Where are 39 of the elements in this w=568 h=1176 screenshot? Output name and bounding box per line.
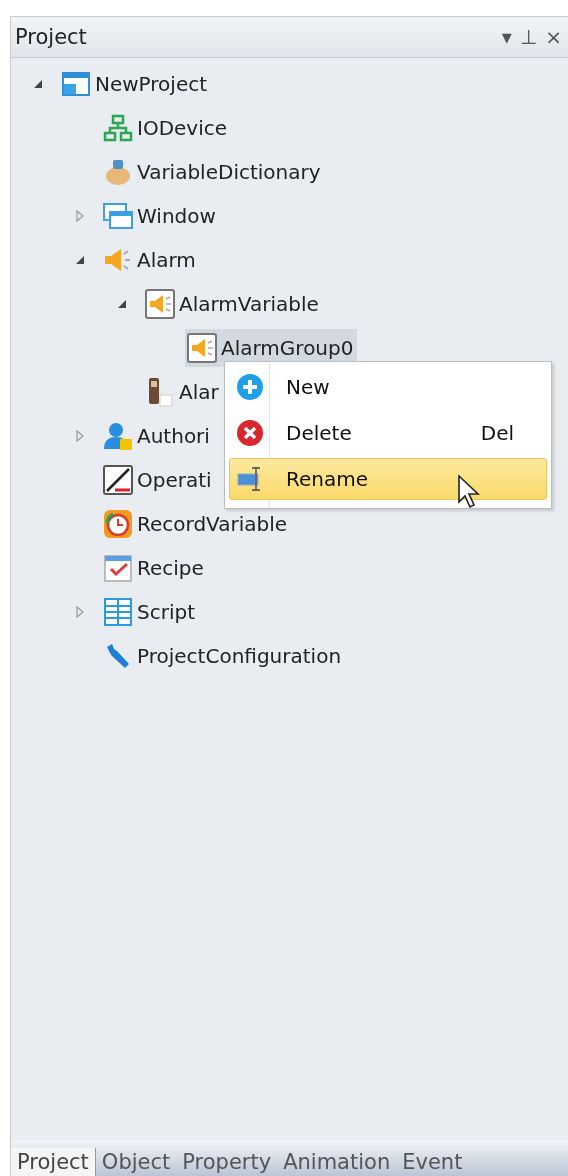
panel-tab[interactable]: Object (95, 1148, 177, 1176)
table-icon (103, 597, 133, 627)
clock-icon (103, 509, 133, 539)
tree-item[interactable]: VariableDictionary (101, 153, 325, 191)
tree-item[interactable]: IODevice (101, 109, 232, 147)
pin-button[interactable]: ⊥ (519, 27, 538, 47)
panel-tab[interactable]: Property (176, 1148, 278, 1176)
tree-item[interactable]: Authori (101, 417, 214, 455)
window-icon (103, 201, 133, 231)
box-icon (103, 157, 133, 187)
menu-item[interactable]: Rename (229, 458, 547, 500)
panel-tab[interactable]: Event (396, 1148, 469, 1176)
menu-item[interactable]: New (229, 366, 547, 408)
plus-icon (236, 373, 266, 401)
tree-item[interactable]: Window (101, 197, 220, 235)
tree-item[interactable]: NewProject (59, 65, 212, 103)
tree-item[interactable]: AlarmVariable (143, 285, 323, 323)
network-icon (103, 113, 133, 143)
tree-item[interactable]: Recipe (101, 549, 208, 587)
close-button[interactable]: × (545, 27, 562, 47)
tree-item[interactable]: RecordVariable (101, 505, 292, 543)
tree-item[interactable]: Script (101, 593, 199, 631)
dropdown-button[interactable]: ▾ (501, 27, 512, 47)
menu-item[interactable]: Delete Del (229, 412, 547, 454)
tree-item[interactable]: Operati (101, 461, 216, 499)
panel-title: Project (15, 25, 87, 49)
tree-item[interactable]: Alar (143, 373, 223, 411)
close-icon (236, 419, 266, 447)
tree-item[interactable]: ProjectConfiguration (101, 637, 346, 675)
shortcut-label: Del (480, 421, 514, 445)
user-icon (103, 421, 133, 451)
calendar-icon (103, 553, 133, 583)
tree-item[interactable]: Alarm (101, 241, 200, 279)
window-icon (61, 69, 91, 99)
panel-tab[interactable]: Project (11, 1148, 96, 1176)
speaker-icon (145, 289, 175, 319)
speaker-icon (187, 333, 217, 363)
slash-icon (103, 465, 133, 495)
panel-tab[interactable]: Animation (277, 1148, 397, 1176)
